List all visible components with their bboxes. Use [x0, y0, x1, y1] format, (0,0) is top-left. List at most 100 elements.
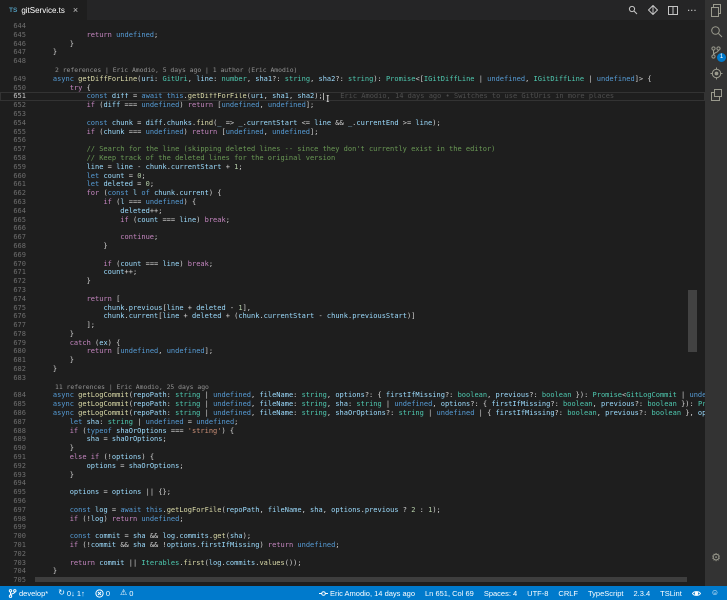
code-line[interactable]: 672 } [0, 277, 705, 286]
line-number[interactable]: 658 [0, 154, 28, 163]
code-line[interactable]: 658 // Keep track of the deleted lines f… [0, 154, 705, 163]
code-line[interactable]: 677 ]; [0, 321, 705, 330]
status-item[interactable]: Ln 651, Col 69 [425, 589, 474, 598]
code-line[interactable]: 652 if (diff === undefined) return [unde… [0, 101, 705, 110]
line-number[interactable]: 664 [0, 207, 28, 216]
line-number[interactable]: 650 [0, 84, 28, 93]
line-number[interactable]: 676 [0, 312, 28, 321]
horizontal-scrollbar[interactable] [35, 577, 687, 582]
more-actions-icon[interactable]: ··· [688, 6, 698, 15]
code-line[interactable]: 644 [0, 22, 705, 31]
code-line[interactable]: 656 [0, 136, 705, 145]
smiley-status[interactable]: ☺ [711, 589, 719, 597]
line-number[interactable]: 685 [0, 400, 28, 409]
code-line[interactable]: 703 return commit || Iterables.first(log… [0, 559, 705, 568]
line-number[interactable]: 651 [0, 92, 28, 101]
eye-status[interactable] [691, 589, 701, 598]
code-line[interactable]: 676 chunk.current[line + deleted + (chun… [0, 312, 705, 321]
line-number[interactable]: 657 [0, 145, 28, 154]
status-item[interactable]: CRLF [558, 589, 578, 598]
code-line[interactable]: 690 } [0, 444, 705, 453]
code-line[interactable]: 655 if (chunk === undefined) return [und… [0, 128, 705, 137]
line-number[interactable]: 671 [0, 268, 28, 277]
line-number[interactable]: 672 [0, 277, 28, 286]
line-number[interactable]: 703 [0, 559, 28, 568]
code-line[interactable]: 665 if (count === line) break; [0, 216, 705, 225]
line-number[interactable]: 688 [0, 427, 28, 436]
code-line[interactable]: 688 if (typeof shaOrOptions === 'string'… [0, 427, 705, 436]
code-line[interactable]: 675 chunk.previous[line + deleted - 1], [0, 304, 705, 313]
line-number[interactable]: 705 [0, 576, 28, 585]
code-line[interactable]: 671 count++; [0, 268, 705, 277]
line-number[interactable]: 652 [0, 101, 28, 110]
code-line[interactable]: 670 if (count === line) break; [0, 260, 705, 269]
code-line[interactable]: 691 else if (!options) { [0, 453, 705, 462]
line-number[interactable]: 690 [0, 444, 28, 453]
line-number[interactable]: 692 [0, 462, 28, 471]
settings-gear-icon[interactable]: ⚙ [705, 547, 727, 568]
code-line[interactable]: 681 } [0, 356, 705, 365]
line-number[interactable]: 693 [0, 471, 28, 480]
split-editor-icon[interactable] [667, 5, 678, 15]
line-number[interactable]: 673 [0, 286, 28, 295]
code-line[interactable]: 687 let sha: string | undefined = undefi… [0, 418, 705, 427]
search-icon[interactable] [705, 21, 727, 42]
code-line[interactable]: 686 async getLogCommit(repoPath: string … [0, 409, 705, 418]
code-line[interactable]: 647 } [0, 48, 705, 57]
status-item[interactable]: TSLint [660, 589, 682, 598]
code-line[interactable]: 645 return undefined; [0, 31, 705, 40]
code-line[interactable]: 663 if (l === undefined) { [0, 198, 705, 207]
line-number[interactable]: 686 [0, 409, 28, 418]
code-line[interactable]: 668 } [0, 242, 705, 251]
line-number[interactable]: 679 [0, 339, 28, 348]
line-number[interactable]: 694 [0, 479, 28, 488]
code-line[interactable]: 667 continue; [0, 233, 705, 242]
sync-status[interactable]: ↻ 0↓ 1↑ [58, 589, 85, 598]
code-line[interactable]: 683 [0, 374, 705, 383]
code-line[interactable]: 664 deleted++; [0, 207, 705, 216]
line-number[interactable]: 662 [0, 189, 28, 198]
line-number[interactable]: 649 [0, 75, 28, 84]
line-number[interactable]: 674 [0, 295, 28, 304]
line-number[interactable]: 667 [0, 233, 28, 242]
line-number[interactable]: 683 [0, 374, 28, 383]
code-line[interactable]: 696 [0, 497, 705, 506]
code-line[interactable]: 692 options = shaOrOptions; [0, 462, 705, 471]
code-line[interactable]: 679 catch (ex) { [0, 339, 705, 348]
line-number[interactable]: 653 [0, 110, 28, 119]
line-number[interactable]: 656 [0, 136, 28, 145]
vertical-scrollbar[interactable] [688, 290, 697, 352]
codelens[interactable]: 2 references | Eric Amodio, 5 days ago |… [0, 66, 705, 75]
code-line[interactable]: 698 if (!log) return undefined; [0, 515, 705, 524]
code-line[interactable]: 660 let count = 0; [0, 172, 705, 181]
tab-close-icon[interactable]: × [73, 5, 78, 15]
code-line[interactable]: 674 return [ [0, 295, 705, 304]
code-line[interactable]: 669 [0, 251, 705, 260]
open-changes-icon[interactable] [628, 5, 638, 15]
code-line[interactable]: 701 if (!commit && sha && !options.first… [0, 541, 705, 550]
line-number[interactable]: 654 [0, 119, 28, 128]
code-line[interactable]: 673 [0, 286, 705, 295]
code-line[interactable]: 657 // Search for the line (skipping del… [0, 145, 705, 154]
warning-status[interactable]: ⚠ 0 [120, 589, 133, 598]
status-item[interactable]: UTF-8 [527, 589, 548, 598]
line-number[interactable]: 669 [0, 251, 28, 260]
tab-gitservice-ts[interactable]: TS gitService.ts × [0, 0, 88, 20]
code-line[interactable]: 689 sha = shaOrOptions; [0, 435, 705, 444]
git-branch-status[interactable]: develop* [8, 589, 48, 598]
line-number[interactable]: 660 [0, 172, 28, 181]
line-number[interactable]: 655 [0, 128, 28, 137]
line-number[interactable]: 687 [0, 418, 28, 427]
code-line[interactable]: 682 } [0, 365, 705, 374]
explorer-icon[interactable] [705, 0, 727, 21]
line-number[interactable]: 682 [0, 365, 28, 374]
line-number[interactable]: 644 [0, 22, 28, 31]
debug-icon[interactable] [705, 63, 727, 84]
error-status[interactable]: 0 [95, 589, 110, 598]
line-number[interactable]: 691 [0, 453, 28, 462]
line-number[interactable]: 663 [0, 198, 28, 207]
code-editor[interactable]: 644 645 return undefined; 646 } 647 } 648 2 r… [0, 20, 705, 586]
line-number[interactable]: 647 [0, 48, 28, 57]
code-line[interactable]: 678 } [0, 330, 705, 339]
line-number[interactable]: 668 [0, 242, 28, 251]
